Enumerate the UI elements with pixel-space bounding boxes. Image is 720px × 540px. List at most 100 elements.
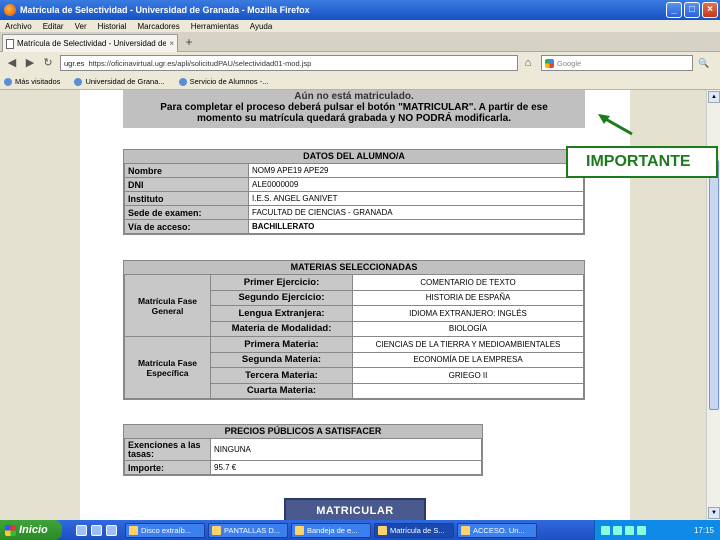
datos-alumno-title: DATOS DEL ALUMNO/A (124, 150, 584, 163)
menu-historial[interactable]: Historial (98, 22, 127, 31)
taskbar: Inicio Disco extraíb... PANTALLAS D... B… (0, 520, 720, 540)
start-label: Inicio (19, 524, 48, 536)
task-disco[interactable]: Disco extraíb... (125, 522, 205, 538)
menu-archivo[interactable]: Archivo (5, 22, 32, 31)
precios-section: PRECIOS PÚBLICOS A SATISFACER Exenciones… (123, 424, 483, 476)
task-bandeja[interactable]: Bandeja de e... (291, 522, 371, 538)
page-body: Aún no está matriculado. Para completar … (80, 90, 630, 520)
tab-label: Matrícula de Selectividad - Universidad … (17, 39, 167, 48)
firefox-icon (378, 525, 387, 535)
scroll-thumb[interactable] (709, 160, 719, 410)
matricular-button[interactable]: MATRICULAR (284, 498, 426, 520)
row-value: BIOLOGÍA (352, 320, 584, 337)
home-button[interactable]: ⌂ (520, 55, 536, 71)
menu-marcadores[interactable]: Marcadores (138, 22, 180, 31)
row-label: Segundo Ejercicio: (210, 289, 353, 306)
security-icon[interactable] (625, 525, 634, 535)
precios-title: PRECIOS PÚBLICOS A SATISFACER (124, 425, 482, 438)
row-value: ALE0000009 (248, 177, 584, 192)
quicklaunch-desktop-icon[interactable] (76, 524, 87, 536)
row-value: GRIEGO II (352, 367, 584, 384)
menu-herramientas[interactable]: Herramientas (191, 22, 239, 31)
bookmark-universidad[interactable]: Universidad de Grana... (74, 77, 165, 86)
fase-especifica-label: Matrícula Fase Específica (124, 336, 211, 399)
menu-editar[interactable]: Editar (43, 22, 64, 31)
row-label: DNI (124, 177, 249, 192)
firefox-icon (4, 4, 16, 16)
window-title: Matrícula de Selectividad - Universidad … (20, 5, 310, 15)
maximize-button[interactable]: □ (684, 2, 700, 18)
task-acceso[interactable]: ACCESO. Un... (457, 522, 537, 538)
importante-annotation: IMPORTANTE (566, 146, 718, 178)
row-value (352, 382, 584, 399)
close-button[interactable]: × (702, 2, 718, 18)
row-label: Instituto (124, 191, 249, 206)
datos-alumno-section: DATOS DEL ALUMNO/A Nombre NOM9 APE19 APE2… (123, 149, 585, 235)
windows-logo-icon (5, 524, 16, 536)
reload-button[interactable]: ↻ (40, 55, 56, 71)
task-label: Bandeja de e... (307, 525, 358, 535)
table-row: Nombre NOM9 APE19 APE29 (124, 163, 584, 178)
quicklaunch-media-icon[interactable] (106, 524, 117, 536)
search-icon[interactable]: 🔍 (696, 55, 712, 71)
task-matricula[interactable]: Matrícula de S... (374, 522, 454, 538)
menu-ayuda[interactable]: Ayuda (250, 22, 273, 31)
clock[interactable]: 17:15 (694, 526, 714, 535)
mail-icon (295, 525, 304, 535)
table-row: Sede de examen: FACULTAD DE CIENCIAS - GR… (124, 205, 584, 220)
bookmark-label: Servicio de Alumnos -... (189, 77, 269, 86)
task-label: Matrícula de S... (390, 525, 445, 535)
minimize-button[interactable]: _ (666, 2, 682, 18)
back-button[interactable]: ◀ (4, 55, 20, 71)
site-identity[interactable]: ugr.es (64, 59, 84, 68)
row-value: HISTORIA DE ESPAÑA (352, 289, 584, 306)
language-icon[interactable] (637, 525, 646, 535)
table-row: Exenciones a las tasas: NINGUNA (124, 438, 482, 461)
bookmark-icon (74, 77, 83, 86)
table-row: DNI ALE0000009 (124, 177, 584, 192)
matricula-notice: Aún no está matriculado. Para completar … (123, 90, 585, 128)
task-label: ACCESO. Un... (473, 525, 525, 535)
task-label: PANTALLAS D... (224, 525, 280, 535)
row-label: Materia de Modalidad: (210, 320, 353, 337)
notice-line1: Aún no está matriculado. (294, 91, 414, 102)
row-label: Exenciones a las tasas: (124, 438, 211, 461)
start-button[interactable]: Inicio (0, 520, 62, 540)
datos-alumno-table: Nombre NOM9 APE19 APE29 DNI ALE0000009 Ins… (124, 163, 584, 234)
row-value: NOM9 APE19 APE29 (248, 163, 584, 178)
menu-ver[interactable]: Ver (75, 22, 87, 31)
folder-icon (212, 525, 221, 535)
network-icon[interactable] (601, 525, 610, 535)
row-value: FACULTAD DE CIENCIAS - GRANADA (248, 205, 584, 220)
new-tab-button[interactable]: + (182, 36, 196, 50)
window-titlebar: Matrícula de Selectividad - Universidad … (0, 0, 720, 20)
bookmark-mas-visitados[interactable]: Más visitados (4, 77, 60, 86)
address-bar[interactable]: ugr.es https://oficinavirtual.ugr.es/apl… (60, 55, 518, 71)
quicklaunch-browser-icon[interactable] (91, 524, 102, 536)
row-value: BACHILLERATO (248, 219, 584, 234)
row-value: NINGUNA (210, 438, 482, 461)
row-label: Lengua Extranjera: (210, 305, 353, 322)
row-label: Cuarta Materia: (210, 382, 353, 399)
table-row: Matrícula Fase Específica Primera Materi… (124, 336, 584, 399)
table-row: Vía de acceso: BACHILLERATO (124, 219, 584, 234)
scroll-up-icon[interactable]: ▲ (708, 91, 720, 103)
tab-close-icon[interactable]: × (169, 39, 174, 48)
search-box[interactable]: Google (541, 55, 693, 71)
bookmark-label: Universidad de Grana... (85, 77, 165, 86)
bookmark-servicio-alumnos[interactable]: Servicio de Alumnos -... (178, 77, 269, 86)
task-pantallas[interactable]: PANTALLAS D... (208, 522, 288, 538)
scroll-down-icon[interactable]: ▼ (708, 507, 720, 519)
forward-button[interactable]: ▶ (22, 55, 38, 71)
volume-icon[interactable] (613, 525, 622, 535)
url-text: https://oficinavirtual.ugr.es/apli/solic… (88, 58, 312, 68)
precios-table: Exenciones a las tasas: NINGUNA Importe: 9… (124, 438, 482, 475)
window-controls: _ □ × (666, 2, 718, 18)
bookmark-icon (4, 77, 12, 86)
row-label: Nombre (124, 163, 249, 178)
google-icon (545, 58, 554, 68)
search-placeholder: Google (557, 58, 582, 68)
tab-matricula[interactable]: Matrícula de Selectividad - Universidad … (2, 34, 178, 52)
page-icon (6, 38, 14, 49)
bookmarks-bar: Más visitados Universidad de Grana... Se… (0, 74, 720, 90)
